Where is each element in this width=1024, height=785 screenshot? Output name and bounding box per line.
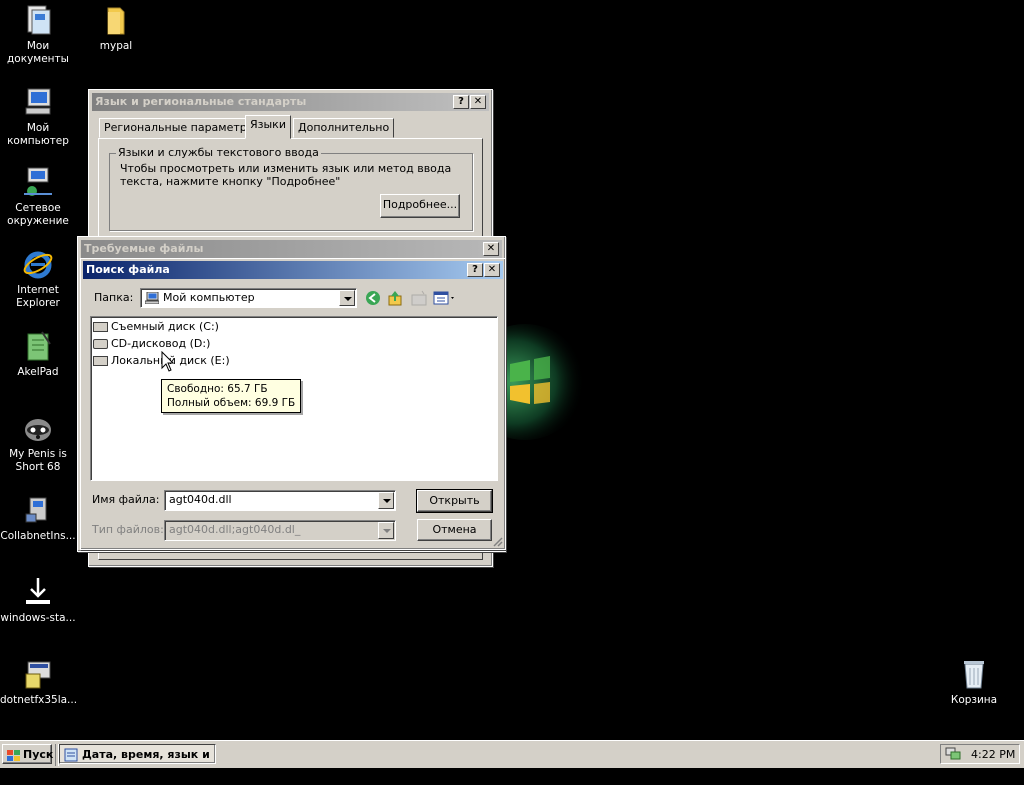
tab-languages[interactable]: Языки (245, 115, 291, 139)
cd-drive-icon (93, 339, 108, 349)
desktop-icon-network[interactable]: Сетевое окружение (0, 166, 76, 228)
desktop-icon-label: mypal (99, 40, 133, 52)
dialog-titlebar: Поиск файла ? ✕ (83, 261, 503, 279)
filetype-label: Тип файлов: (92, 523, 164, 536)
local-disk-icon (93, 356, 108, 366)
drive-item-c[interactable]: Съемный диск (C:) (93, 319, 219, 335)
close-button[interactable]: ✕ (483, 242, 499, 256)
desktop-icon-akelpad[interactable]: AkelPad (0, 330, 76, 379)
desktop-icon-collabnet[interactable]: CollabnetIns... (0, 494, 76, 543)
taskbar-task-button[interactable]: Дата, время, язык и ... (59, 744, 216, 781)
windows-flag-icon (7, 749, 20, 761)
filetype-value: agt040d.dll;agt040d.dl_ (169, 523, 301, 536)
dialog-title: Поиск файла (86, 263, 170, 276)
filename-label: Имя файла: (92, 493, 160, 506)
new-folder-icon[interactable] (411, 290, 427, 306)
drive-item-d[interactable]: CD-дисковод (D:) (93, 336, 210, 352)
download-icon (22, 576, 54, 608)
desktop-icon-my-documents[interactable]: Мои документы (0, 4, 76, 66)
desktop-icon-dotnetfx[interactable]: dotnetfx35la... (0, 658, 78, 707)
window-title: Язык и региональные стандарты (95, 95, 307, 108)
filename-value: agt040d.dll (169, 493, 232, 506)
window-title: Требуемые файлы (84, 242, 204, 255)
window-titlebar: Язык и региональные стандарты ? ✕ (92, 93, 489, 111)
desktop-icon-label: AkelPad (17, 366, 59, 378)
tooltip-free: Свободно: 65.7 ГБ (167, 383, 268, 395)
help-button[interactable]: ? (453, 95, 469, 109)
akelpad-icon (22, 330, 54, 362)
desktop-icon-label: CollabnetIns... (0, 530, 76, 542)
folder-dropdown-button[interactable] (339, 290, 355, 306)
filetype-select[interactable]: agt040d.dll;agt040d.dl_ (164, 520, 396, 541)
help-button[interactable]: ? (467, 263, 483, 277)
system-tray: 4:22 PM (940, 744, 1020, 764)
setup-icon (22, 658, 54, 690)
folder-select[interactable]: Мой компьютер (140, 288, 357, 308)
desktop-icon-label: Internet Explorer (16, 284, 60, 309)
my-computer-icon (22, 86, 54, 118)
desktop-icon-label: Корзина (950, 694, 998, 706)
folder-value: Мой компьютер (163, 291, 255, 304)
clock[interactable]: 4:22 PM (971, 748, 1015, 761)
drive-tooltip: Свободно: 65.7 ГБ Полный объем: 69.9 ГБ (161, 379, 302, 413)
window-titlebar: Требуемые файлы ✕ (81, 240, 502, 258)
start-label: Пуск (23, 748, 54, 761)
description-text: Чтобы просмотреть или изменить язык или … (120, 162, 452, 188)
resize-grip-icon[interactable] (491, 535, 503, 547)
desktop-icon-label: dotnetfx35la... (0, 694, 78, 706)
view-menu-icon[interactable] (433, 290, 457, 306)
filename-dropdown-button[interactable] (378, 492, 394, 509)
up-folder-icon[interactable] (387, 290, 403, 306)
my-documents-icon (22, 4, 54, 36)
close-button[interactable]: ✕ (470, 95, 486, 109)
desktop-icon-label: Мой компьютер (7, 122, 69, 147)
desktop-icon-raccoon[interactable]: My Penis is Short 68 (0, 412, 76, 474)
internet-explorer-icon (22, 248, 54, 280)
details-button[interactable]: Подробнее... (380, 194, 460, 218)
group-label: Языки и службы текстового ввода (116, 146, 321, 159)
cancel-button[interactable]: Отмена (417, 519, 492, 541)
close-button[interactable]: ✕ (484, 263, 500, 277)
back-icon[interactable] (365, 290, 381, 306)
start-button[interactable]: Пуск (2, 744, 54, 764)
task-label: Дата, время, язык и ... (82, 748, 210, 781)
drive-label: CD-дисковод (D:) (111, 337, 211, 350)
removable-disk-icon (93, 322, 108, 332)
control-panel-icon (64, 748, 78, 762)
my-computer-icon (144, 291, 160, 305)
filename-input[interactable]: agt040d.dll (164, 490, 396, 511)
recycle-bin-icon (958, 658, 990, 690)
desktop-icon-label: My Penis is Short 68 (9, 448, 67, 473)
folder-label: Папка: (94, 291, 134, 304)
mouse-cursor-icon (161, 350, 175, 373)
desktop-icon-windows-sta[interactable]: windows-sta... (0, 576, 76, 625)
desktop-icon-label: Мои документы (7, 40, 69, 65)
desktop-icon-recycle-bin[interactable]: Корзина (936, 658, 1012, 707)
desktop-icon-label: windows-sta... (0, 612, 76, 624)
desktop-icon-my-computer[interactable]: Мой компьютер (0, 86, 76, 148)
installer-icon (22, 494, 54, 526)
network-icon (22, 166, 54, 198)
desktop-icon-mypal[interactable]: mypal (78, 4, 154, 53)
text-services-group: Языки и службы текстового ввода Чтобы пр… (109, 146, 473, 231)
tab-regional-options[interactable]: Региональные параметры (99, 118, 261, 138)
tooltip-total: Полный объем: 69.9 ГБ (167, 397, 296, 409)
desktop-icon-label: Сетевое окружение (7, 202, 69, 227)
network-tray-icon[interactable] (945, 747, 961, 761)
desktop-icon-internet-explorer[interactable]: Internet Explorer (0, 248, 76, 310)
tab-advanced[interactable]: Дополнительно (293, 118, 395, 138)
filetype-dropdown-button[interactable] (378, 522, 394, 539)
open-button[interactable]: Открыть (416, 489, 493, 513)
raccoon-icon (22, 412, 54, 444)
drive-label: Съемный диск (C:) (111, 320, 219, 333)
find-file-dialog: Поиск файла ? ✕ Папка: Мой компьютер Съе… (80, 258, 506, 550)
taskbar: Пуск Дата, время, язык и ... 4:22 PM (0, 740, 1024, 781)
folder-icon (100, 4, 132, 36)
